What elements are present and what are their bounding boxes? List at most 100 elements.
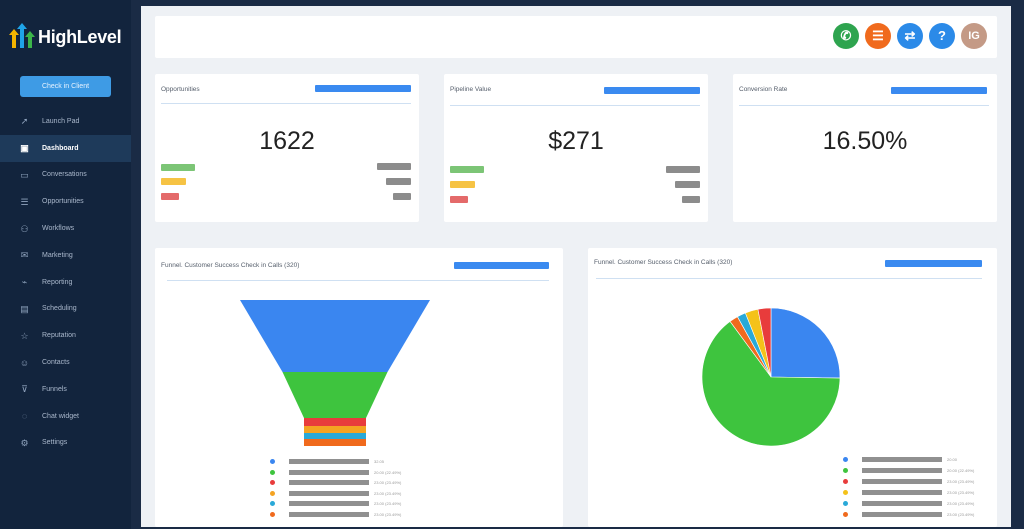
pie-legend-row: 23.00 (23.49%) [843, 501, 974, 506]
list-icon[interactable]: ☰ [865, 23, 891, 49]
sidebar-item-settings[interactable]: ⚙ Settings [0, 430, 131, 457]
swap-icon[interactable]: ⇄ [897, 23, 923, 49]
rocket-icon: ➚ [20, 116, 29, 127]
sidebar-item-funnels[interactable]: ⊽ Funnels [0, 376, 131, 403]
sidebar-item-dashboard[interactable]: ▣ Dashboard [0, 134, 131, 162]
sidebar-item-label: Dashboard [42, 144, 79, 152]
sidebar-item-launch-pad[interactable]: ➚ Launch Pad [0, 108, 131, 135]
funnel-stage-3[interactable] [304, 418, 366, 426]
help-icon[interactable]: ? [929, 23, 955, 49]
pie-panel-title: Funnel. Customer Success Check in Calls … [594, 259, 733, 266]
funnel-stage-4[interactable] [304, 426, 366, 433]
funnel-chart[interactable] [155, 288, 563, 488]
conversion-value: 16.50% [822, 127, 908, 155]
legend-value: 23.00 (23.49%) [374, 490, 402, 496]
pie-header-bar [885, 260, 982, 267]
gear-icon: ⚙ [20, 437, 29, 448]
legend-dot [843, 457, 848, 462]
legend-value: 32.05 [374, 459, 385, 464]
placeholder-bar [666, 166, 700, 173]
pipeline-value-card[interactable]: Pipeline Value $271 [444, 74, 708, 222]
funnel-legend-row: 23.00 (23.49%) [270, 490, 402, 496]
legend-value: 23.00 (23.49%) [374, 480, 402, 486]
sidebar-item-label: Marketing [42, 251, 73, 259]
sidebar-item-reputation[interactable]: ☆ Reputation [0, 322, 131, 349]
legend-label-bar [862, 479, 942, 484]
funnel-legend-row: 23.00 (23.49%) [270, 501, 402, 507]
legend-value: 20.00 [947, 457, 958, 462]
opportunities-card[interactable]: Opportunities 1622 [155, 74, 419, 222]
sidebar-item-reporting[interactable]: ⌁ Reporting [0, 269, 131, 296]
legend-value: 20.00 (22.49%) [947, 468, 975, 473]
legend-value: 23.00 (23.49%) [947, 479, 975, 484]
avatar[interactable]: IG [961, 23, 987, 49]
legend-value: 23.00 (23.49%) [374, 512, 402, 517]
legend-dot [843, 479, 848, 484]
legend-label-bar [289, 501, 369, 507]
pie-legend-row: 23.00 (23.49%) [843, 512, 974, 517]
sidebar-item-workflows[interactable]: ⚇ Workflows [0, 215, 131, 242]
conversion-title: Conversion Rate [739, 86, 788, 93]
highlevel-logo-icon [9, 23, 36, 48]
pie-legend-row: 20.00 [843, 457, 957, 462]
sidebar-item-label: Settings [42, 439, 68, 447]
pie-panel[interactable]: Funnel. Customer Success Check in Calls … [588, 248, 997, 527]
divider [167, 280, 549, 281]
funnel-stage-6[interactable] [304, 439, 366, 446]
funnel-stage-1[interactable] [240, 300, 430, 372]
sidebar-item-marketing[interactable]: ✉ Marketing [0, 242, 131, 269]
legend-dot [270, 512, 275, 517]
pie-legend-row: 20.00 (22.49%) [843, 468, 974, 473]
legend-dot [270, 459, 275, 464]
funnel-icon: ⊽ [21, 384, 28, 395]
placeholder-bar [682, 196, 700, 203]
phone-icon[interactable]: ✆ [833, 23, 859, 49]
pipeline-title: Pipeline Value [450, 86, 492, 93]
legend-dot [843, 501, 848, 506]
chart-icon: ⌁ [21, 277, 28, 288]
legend-label-bar [862, 501, 942, 506]
funnel-panel[interactable]: Funnel. Customer Success Check in Calls … [155, 248, 563, 527]
legend-dot [270, 469, 275, 475]
conversion-rate-card[interactable]: Conversion Rate 16.50% [733, 74, 997, 222]
pie-legend-row: 23.00 (23.49%) [843, 490, 974, 495]
workflow-icon: ⚇ [20, 223, 29, 234]
placeholder-bar [675, 181, 700, 188]
pie-slice-1[interactable] [770, 307, 841, 379]
check-in-client-button[interactable]: Check in Client [20, 76, 111, 97]
funnel-stage-2[interactable] [282, 372, 388, 418]
legend-label-bar [862, 468, 942, 473]
sidebar-item-chat-widget[interactable]: ◌ Chat widget [0, 403, 131, 430]
sidebar-item-label: Reporting [42, 278, 73, 286]
legend-value: 23.00 (23.49%) [947, 490, 975, 495]
top-bar: ✆ ☰ ⇄? IG [155, 16, 997, 58]
sidebar-nav: ➚ Launch Pad ▣ Dashboard ▭ Conversations ☰ Oppo… [0, 108, 131, 456]
sidebar-item-scheduling[interactable]: ▤ Scheduling [0, 296, 131, 323]
legend-value: 23.00 (23.49%) [947, 512, 975, 517]
opportunities-header-bar [315, 85, 411, 92]
sidebar-item-contacts[interactable]: ☺ Contacts [0, 349, 131, 376]
placeholder-bar [386, 178, 411, 185]
legend-value: 23.00 (23.49%) [374, 501, 402, 507]
funnel-stage-5[interactable] [304, 433, 366, 439]
sidebar-item-opportunities[interactable]: ☰ Opportunities [0, 188, 131, 215]
divider [161, 103, 411, 104]
sidebar-item-label: Reputation [42, 332, 76, 340]
legend-value: 20.00 (22.49%) [374, 469, 402, 475]
brand-logo[interactable]: HighLevel [9, 23, 122, 48]
brand-name: HighLevel [38, 26, 122, 47]
mail-icon: ✉ [20, 250, 29, 261]
dashboard-main: ✆ ☰ ⇄? IG Opportunities 1622 Pipeline Value… [141, 6, 1011, 527]
sidebar-item-conversations[interactable]: ▭ Conversations [0, 162, 131, 189]
funnel-legend-row: 23.00 (23.49%) [270, 512, 401, 517]
sidebar-item-label: Scheduling [42, 305, 77, 313]
opportunities-value: 1622 [259, 127, 315, 155]
chat-bubble-icon: ◌ [21, 411, 28, 422]
legend-label-bar [862, 490, 942, 495]
legend-dot [270, 490, 275, 496]
legend-label-bar [289, 512, 369, 517]
dashboard-icon: ▣ [20, 143, 29, 154]
sidebar-item-label: Conversations [42, 171, 87, 179]
legend-dot [843, 490, 848, 495]
funnel-legend-row: 23.00 (23.49%) [270, 480, 402, 486]
